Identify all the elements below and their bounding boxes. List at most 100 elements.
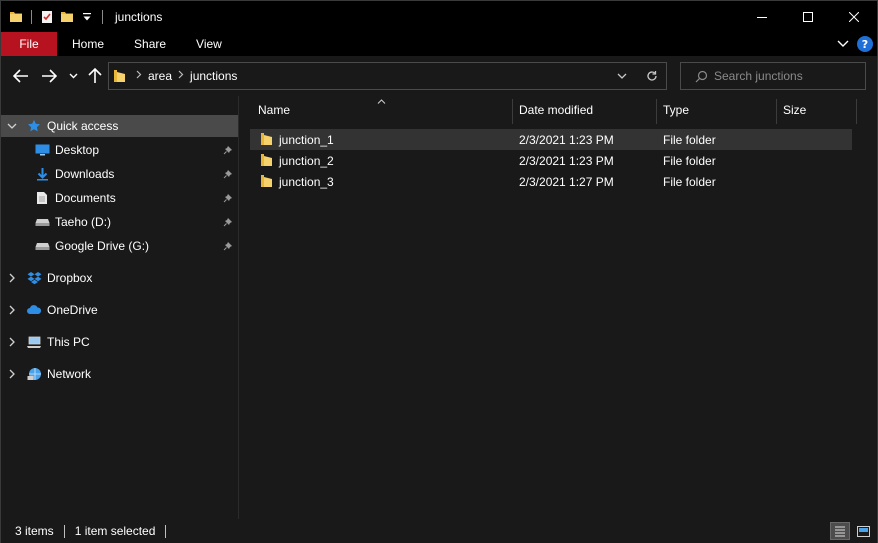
refresh-button[interactable] <box>636 63 666 89</box>
tab-view[interactable]: View <box>181 32 237 56</box>
file-type: File folder <box>663 153 716 168</box>
column-headers: Name Date modified Type Size <box>240 96 877 124</box>
network-icon <box>26 366 42 382</box>
sidebar-item-taeho-drive[interactable]: Taeho (D:) <box>1 211 238 233</box>
table-row[interactable]: junction_2 2/3/2021 1:23 PM File folder <box>250 150 852 171</box>
chevron-right-icon[interactable] <box>7 337 17 347</box>
sidebar-item-onedrive[interactable]: OneDrive <box>1 299 238 321</box>
folder-icon <box>260 174 275 189</box>
computer-icon <box>26 334 42 350</box>
column-header-type[interactable]: Type <box>663 96 776 124</box>
search-input[interactable]: Search junctions <box>680 62 866 90</box>
title-bar: junctions <box>1 1 877 32</box>
chevron-down-icon[interactable] <box>7 121 17 131</box>
sidebar-item-downloads[interactable]: Downloads <box>1 163 238 185</box>
address-bar[interactable]: area junctions <box>108 62 667 90</box>
dropbox-icon <box>26 270 42 286</box>
sidebar-item-documents[interactable]: Documents <box>1 187 238 209</box>
folder-icon <box>113 69 126 83</box>
sidebar-item-label: This PC <box>47 335 90 349</box>
column-header-label: Size <box>783 103 807 117</box>
help-icon[interactable]: ? <box>857 36 873 52</box>
expand-ribbon-icon[interactable] <box>837 37 849 51</box>
sidebar-item-dropbox[interactable]: Dropbox <box>1 267 238 289</box>
download-icon <box>34 166 50 182</box>
table-row[interactable]: junction_3 2/3/2021 1:27 PM File folder <box>250 171 852 192</box>
tab-home[interactable]: Home <box>57 32 119 56</box>
recent-locations-button[interactable] <box>65 67 81 85</box>
chevron-right-icon[interactable] <box>7 273 17 283</box>
customize-toolbar-icon[interactable] <box>80 10 94 24</box>
sidebar-item-google-drive[interactable]: Google Drive (G:) <box>1 235 238 257</box>
file-list: Name Date modified Type Size junction_1 … <box>240 96 877 519</box>
drive-icon <box>34 214 50 230</box>
pin-icon[interactable] <box>222 192 234 204</box>
pin-icon[interactable] <box>222 216 234 228</box>
column-header-label: Type <box>663 103 690 117</box>
close-button[interactable] <box>831 1 877 32</box>
sidebar-item-label: Google Drive (G:) <box>55 239 150 253</box>
status-item-count: 3 items <box>15 524 54 538</box>
sidebar-item-this-pc[interactable]: This PC <box>1 331 238 353</box>
address-history-dropdown[interactable] <box>608 63 636 89</box>
column-divider[interactable] <box>656 99 657 124</box>
breadcrumb-area[interactable]: area <box>148 69 172 83</box>
sidebar-item-network[interactable]: Network <box>1 363 238 385</box>
tab-share[interactable]: Share <box>119 32 181 56</box>
file-date-modified: 2/3/2021 1:23 PM <box>519 153 614 168</box>
chevron-right-icon <box>178 70 184 82</box>
file-name: junction_1 <box>279 132 334 147</box>
sidebar-item-label: Documents <box>55 191 116 205</box>
chevron-right-icon[interactable] <box>7 369 17 379</box>
up-button[interactable] <box>85 67 105 85</box>
column-header-name[interactable]: Name <box>258 96 510 124</box>
file-name: junction_3 <box>279 174 334 189</box>
back-button[interactable] <box>11 67 31 85</box>
details-view-button[interactable] <box>830 522 850 540</box>
minimize-button[interactable] <box>739 1 785 32</box>
desktop-icon <box>34 142 50 158</box>
breadcrumb-junctions[interactable]: junctions <box>190 69 237 83</box>
file-name: junction_2 <box>279 153 334 168</box>
column-header-size[interactable]: Size <box>783 96 853 124</box>
quick-access-toolbar <box>1 1 111 32</box>
sidebar-item-label: Desktop <box>55 143 100 157</box>
sidebar-item-label: Quick access <box>47 119 119 133</box>
table-row[interactable]: junction_1 2/3/2021 1:23 PM File folder <box>250 129 852 150</box>
address-bar-actions <box>608 63 666 89</box>
file-type: File folder <box>663 132 716 147</box>
new-folder-icon[interactable] <box>60 10 74 24</box>
column-header-label: Name <box>258 103 291 117</box>
explorer-window: junctions File Home Share View ? area ju… <box>0 0 878 543</box>
column-divider[interactable] <box>512 99 513 124</box>
toolbar-divider <box>31 9 32 24</box>
status-selection: 1 item selected <box>74 524 156 538</box>
large-icons-view-button[interactable] <box>853 522 873 540</box>
status-divider <box>165 524 167 538</box>
navigation-pane: Quick access Desktop Downloads Documents… <box>1 96 239 519</box>
search-icon <box>695 70 708 83</box>
sidebar-item-label: Dropbox <box>47 271 93 285</box>
sidebar-item-desktop[interactable]: Desktop <box>1 139 238 161</box>
file-date-modified: 2/3/2021 1:27 PM <box>519 174 614 189</box>
chevron-right-icon[interactable] <box>7 305 17 315</box>
column-divider[interactable] <box>776 99 777 124</box>
file-date-modified: 2/3/2021 1:23 PM <box>519 132 614 147</box>
forward-button[interactable] <box>39 67 59 85</box>
column-header-date-modified[interactable]: Date modified <box>519 96 656 124</box>
sidebar-item-label: OneDrive <box>47 303 98 317</box>
chevron-right-icon <box>136 70 142 82</box>
star-icon <box>26 118 42 134</box>
file-type: File folder <box>663 174 716 189</box>
maximize-button[interactable] <box>785 1 831 32</box>
sidebar-item-quick-access[interactable]: Quick access <box>1 115 238 137</box>
pin-icon[interactable] <box>222 144 234 156</box>
pin-icon[interactable] <box>222 240 234 252</box>
tab-file[interactable]: File <box>1 32 57 56</box>
ribbon-right: ? <box>837 32 873 56</box>
properties-icon[interactable] <box>40 10 54 24</box>
column-divider[interactable] <box>856 99 857 124</box>
view-switcher <box>830 522 873 540</box>
folder-icon <box>9 10 23 24</box>
pin-icon[interactable] <box>222 168 234 180</box>
